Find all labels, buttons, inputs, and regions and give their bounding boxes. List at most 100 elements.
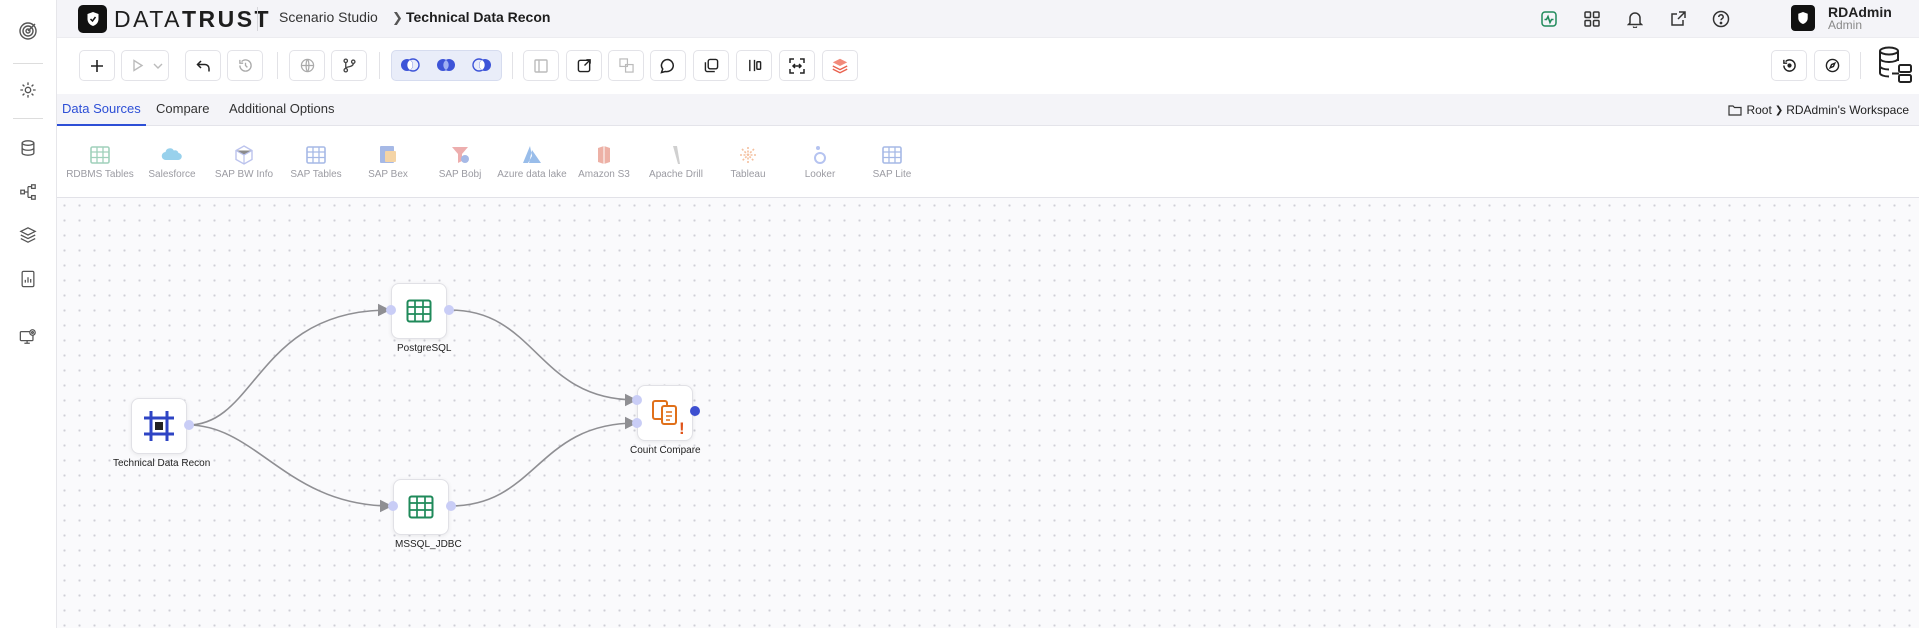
activity-icon[interactable] <box>1538 8 1560 30</box>
tab-bar: Data Sources Compare Additional Options … <box>57 94 1919 126</box>
left-rail <box>0 0 57 628</box>
node-input-port[interactable] <box>632 395 642 405</box>
looker-icon <box>814 146 826 164</box>
export-button[interactable] <box>566 50 602 81</box>
source-label: SAP BW Info <box>214 169 274 180</box>
add-button[interactable] <box>79 50 115 81</box>
cube-icon <box>235 145 253 165</box>
database-connections-icon[interactable] <box>1875 45 1915 85</box>
chevron-right-icon: ❯ <box>1774 104 1784 116</box>
table-icon <box>882 146 902 164</box>
node-label: Count Compare <box>630 445 701 456</box>
split-button[interactable] <box>736 50 772 81</box>
source-apache-drill[interactable]: Apache Drill <box>640 144 712 181</box>
sap-bobj-icon <box>452 147 469 163</box>
branch-button[interactable] <box>331 50 367 81</box>
compass-button[interactable] <box>1814 50 1850 81</box>
workspace-name[interactable]: RDAdmin's Workspace <box>1786 103 1909 117</box>
node-label: PostgreSQL <box>397 343 452 354</box>
database-icon[interactable] <box>16 136 40 160</box>
node-input-port[interactable] <box>386 305 396 315</box>
flow-canvas[interactable]: Technical Data Recon PostgreSQL MSSQL_JD… <box>57 198 1919 628</box>
toolbar-divider <box>1860 52 1861 79</box>
data-source-palette: RDBMS Tables Salesforce SAP BW Info SAP … <box>57 126 1919 198</box>
chevron-down-icon[interactable] <box>153 57 163 75</box>
node-count-compare[interactable]: ! <box>637 385 693 441</box>
layers-button[interactable] <box>822 50 858 81</box>
network-icon[interactable] <box>16 180 40 204</box>
folder-icon <box>1728 104 1743 116</box>
panel-button[interactable] <box>523 50 559 81</box>
globe-button[interactable] <box>289 50 325 81</box>
s3-icon <box>598 146 610 164</box>
fit-screen-button[interactable] <box>779 50 815 81</box>
restore-button[interactable] <box>1771 50 1807 81</box>
table-icon <box>408 495 434 519</box>
node-output-port[interactable] <box>184 420 194 430</box>
monitor-settings-icon[interactable] <box>16 325 40 349</box>
workspace-breadcrumb[interactable]: Root ❯ RDAdmin's Workspace <box>1728 103 1909 117</box>
avatar[interactable] <box>1791 5 1815 31</box>
source-rdbms-tables[interactable]: RDBMS Tables <box>64 144 136 181</box>
source-sap-bobj[interactable]: SAP Bobj <box>424 144 496 181</box>
join-inner-icon[interactable] <box>436 57 456 78</box>
source-azure-data-lake[interactable]: Azure data lake <box>496 144 568 181</box>
brand-name: DATATRUST <box>114 5 272 32</box>
source-salesforce[interactable]: Salesforce <box>136 144 208 181</box>
table-icon <box>90 146 110 164</box>
join-left-icon[interactable] <box>400 57 420 78</box>
node-postgresql[interactable] <box>391 283 447 339</box>
source-sap-lite[interactable]: SAP Lite <box>856 144 928 181</box>
layers-icon[interactable] <box>16 223 40 247</box>
join-button-group <box>391 50 502 81</box>
node-label: Technical Data Recon <box>113 458 211 469</box>
settings-icon[interactable] <box>16 78 40 102</box>
source-label: SAP Bobj <box>438 169 482 180</box>
source-looker[interactable]: Looker <box>784 144 856 181</box>
source-label: Salesforce <box>148 169 196 180</box>
source-label: RDBMS Tables <box>66 169 134 180</box>
node-input-port[interactable] <box>632 418 642 428</box>
node-technical-data-recon[interactable] <box>131 398 187 454</box>
table-icon <box>406 299 432 323</box>
workspace-root[interactable]: Root <box>1746 103 1771 117</box>
target-icon[interactable] <box>16 19 40 43</box>
source-tableau[interactable]: Tableau <box>712 144 784 181</box>
comment-button[interactable] <box>650 50 686 81</box>
sap-bex-icon <box>380 146 396 163</box>
source-amazon-s3[interactable]: Amazon S3 <box>568 144 640 181</box>
help-icon[interactable] <box>1710 8 1732 30</box>
apps-grid-icon[interactable] <box>1581 8 1603 30</box>
node-output-port[interactable] <box>446 501 456 511</box>
chevron-right-icon: ❯ <box>392 10 403 25</box>
brand-logo[interactable]: DATATRUST <box>78 5 271 33</box>
source-label: SAP Lite <box>872 169 912 180</box>
history-button[interactable] <box>227 50 263 81</box>
source-sap-tables[interactable]: SAP Tables <box>280 144 352 181</box>
tab-additional-options[interactable]: Additional Options <box>224 94 340 126</box>
flow-edges <box>187 303 638 513</box>
edge-source-to-mssql <box>187 424 393 513</box>
warning-indicator: ! <box>679 419 685 438</box>
tableau-icon <box>740 147 756 163</box>
transfer-button[interactable] <box>608 50 644 81</box>
undo-button[interactable] <box>185 50 221 81</box>
join-right-icon[interactable] <box>472 57 492 78</box>
node-input-port[interactable] <box>388 501 398 511</box>
report-icon[interactable] <box>16 267 40 291</box>
run-button[interactable] <box>121 50 169 81</box>
node-mssql-jdbc[interactable] <box>393 479 449 535</box>
tab-compare[interactable]: Compare <box>151 94 214 126</box>
shield-logo-icon <box>78 5 107 33</box>
tab-data-sources[interactable]: Data Sources <box>57 94 146 126</box>
node-output-port[interactable] <box>690 406 700 416</box>
source-sap-bex[interactable]: SAP Bex <box>352 144 424 181</box>
copy-button[interactable] <box>693 50 729 81</box>
bell-icon[interactable] <box>1624 8 1646 30</box>
source-sap-bw-info[interactable]: SAP BW Info <box>208 144 280 181</box>
node-output-port[interactable] <box>444 305 454 315</box>
breadcrumb-section[interactable]: Scenario Studio <box>279 9 378 25</box>
rail-divider <box>13 63 43 64</box>
toolbar-divider <box>512 52 513 79</box>
external-link-icon[interactable] <box>1667 8 1689 30</box>
